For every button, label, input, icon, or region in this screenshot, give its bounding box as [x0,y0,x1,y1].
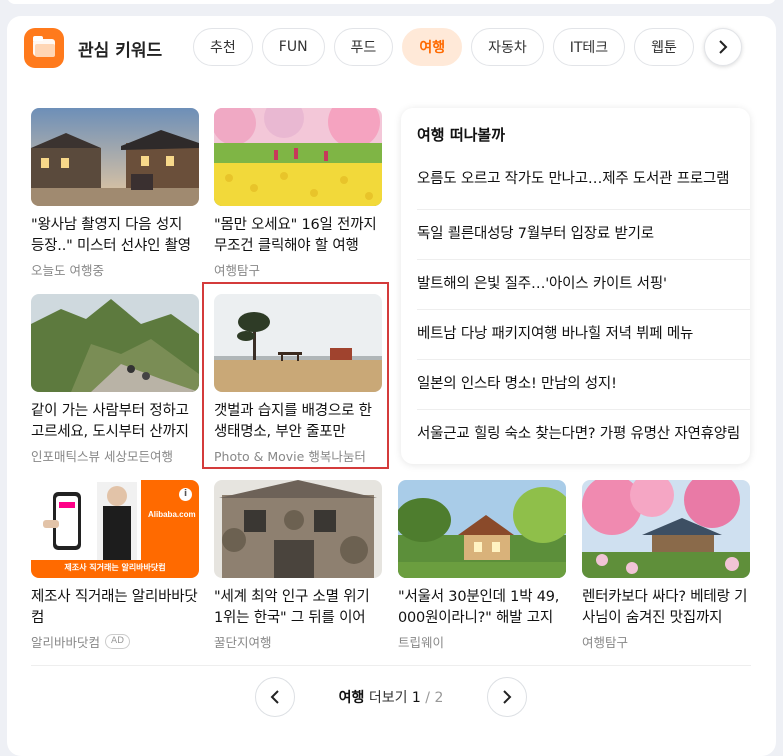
item-source: 오늘도 여행중 [31,263,104,278]
chip-webtoon[interactable]: 웹툰 [634,28,694,66]
headline-item[interactable]: 베트남 다낭 패키지여행 바나힐 저녁 뷔페 메뉴 [417,309,750,359]
pager-more-label: 더보기 [368,690,408,706]
thumbnail-image[interactable] [31,294,199,392]
content-item-ad[interactable]: Alibaba.com 제조사 직거래는 알리바바닷컴 i 제조사 직거래는 알… [31,480,199,651]
item-title[interactable]: 렌터카보다 싸다? 베테랑 기사님이 숨겨진 맛집까지 [582,587,750,629]
pager-total: 2 [434,690,444,706]
item-source: 인포매틱스뷰 세상모든여행 [31,449,173,464]
ad-banner-caption: 제조사 직거래는 알리바바닷컴 [64,563,166,572]
content-item[interactable]: 같이 가는 사람부터 정하고 고르세요, 도시부터 산까지 인포매틱스뷰 세상모… [31,294,199,465]
item-title[interactable]: "몸만 오세요" 16일 전까지 무조건 클릭해야 할 여행 [214,215,382,257]
chip-food[interactable]: 푸드 [333,28,394,66]
item-source: 꿀단지여행 [214,635,272,650]
thumbnail-image[interactable] [214,480,382,578]
thumbnail-image[interactable] [31,108,199,206]
item-title[interactable]: "세계 최악 인구 소멸 위기 1위는 한국" 그 뒤를 이어 [214,587,382,629]
headline-item[interactable]: 서울근교 힐링 숙소 찾는다면? 가평 유명산 자연휴양림 [417,409,750,459]
headline-item[interactable]: 발트해의 은빛 질주…'아이스 카이트 서핑' [417,259,750,309]
thumbnail-image[interactable] [398,480,566,578]
item-source: 알리바바닷컴 AD [31,632,199,651]
section-title: 관심 키워드 [78,40,163,61]
chip-fun[interactable]: FUN [261,28,325,66]
headline-item[interactable]: 독일 쾰른대성당 7월부터 입장료 받기로 [417,209,750,259]
content-item[interactable]: "몸만 오세요" 16일 전까지 무조건 클릭해야 할 여행 여행탐구 [214,108,382,279]
content-item[interactable]: "왕사남 촬영지 다음 성지 등장.." 미스터 선샤인 촬영지 오늘도 여행중 [31,108,199,279]
previous-card-edge [7,0,776,4]
travel-headline-panel: 여행 떠나볼까 오름도 오르고 작가도 만나고…제주 도서관 프로그램 독일 쾰… [401,108,750,464]
keyword-header: 관심 키워드 [24,28,162,68]
content-item[interactable]: "서울서 30분인데 1박 49,000원이라니?" 해발 고지 트립웨이 [398,480,566,651]
pager-current: 1 [411,690,421,706]
headline-item[interactable]: 일본의 인스타 명소! 만남의 성지! [417,359,750,409]
item-title[interactable]: 제조사 직거래는 알리바바닷컴 [31,587,199,629]
next-page-button[interactable] [487,677,527,717]
chip-ittech[interactable]: IT테크 [552,28,626,66]
item-source: 여행탐구 [214,263,261,278]
chip-scroll-next-button[interactable] [704,28,742,66]
divider [31,665,751,666]
folder-icon [24,28,64,68]
ad-info-icon[interactable]: i [179,488,192,501]
chevron-right-icon [719,40,728,54]
selection-highlight [202,282,389,469]
thumbnail-image[interactable] [582,480,750,578]
headline-list: 오름도 오르고 작가도 만나고…제주 도서관 프로그램 독일 쾰른대성당 7월부… [417,161,750,459]
item-source: 여행탐구 [582,635,629,650]
content-item[interactable]: "세계 최악 인구 소멸 위기 1위는 한국" 그 뒤를 이어 꿀단지여행 [214,480,382,651]
ad-brand-label: Alibaba.com [148,510,196,519]
item-source: 트립웨이 [398,635,445,650]
pager-category: 여행 [338,690,365,706]
content-item[interactable]: 렌터카보다 싸다? 베테랑 기사님이 숨겨진 맛집까지 여행탐구 [582,480,750,651]
item-title[interactable]: "서울서 30분인데 1박 49,000원이라니?" 해발 고지 [398,587,566,629]
keyword-chip-bar: 추천 FUN 푸드 여행 자동차 IT테크 웹툰 [193,28,694,66]
item-title[interactable]: "왕사남 촬영지 다음 성지 등장.." 미스터 선샤인 촬영지 [31,215,199,257]
chevron-right-icon [503,690,512,704]
chip-travel[interactable]: 여행 [402,28,463,66]
pagination: 여행 더보기 1 / 2 [255,677,527,717]
headline-item[interactable]: 오름도 오르고 작가도 만나고…제주 도서관 프로그램 [417,161,750,209]
chip-car[interactable]: 자동차 [471,28,544,66]
panel-title: 여행 떠나볼까 [417,126,506,144]
thumbnail-image[interactable] [214,108,382,206]
ad-banner-image[interactable]: Alibaba.com 제조사 직거래는 알리바바닷컴 i [31,480,199,578]
ad-badge: AD [105,634,131,649]
item-title[interactable]: 같이 가는 사람부터 정하고 고르세요, 도시부터 산까지 [31,401,199,443]
pager-separator: / [425,690,431,706]
chip-recommend[interactable]: 추천 [193,28,253,66]
